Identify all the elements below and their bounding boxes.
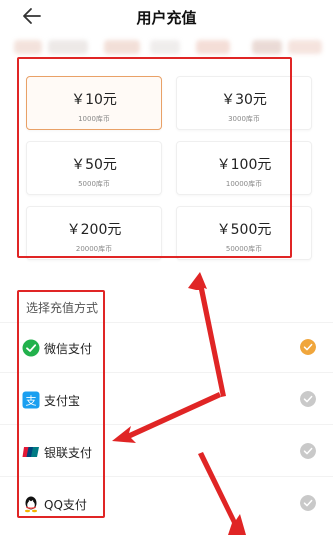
- recharge-page: 用户充值 ￥10元 1000库币 ￥30元 3000库币 ￥50元 5000库币…: [0, 0, 333, 535]
- unselected-check-icon[interactable]: [300, 391, 316, 407]
- unselected-check-icon[interactable]: [300, 495, 316, 511]
- amount-highlight-box: [17, 57, 292, 258]
- payment-highlight-box: [17, 290, 105, 518]
- selected-check-icon[interactable]: [300, 339, 316, 355]
- unselected-check-icon[interactable]: [300, 443, 316, 459]
